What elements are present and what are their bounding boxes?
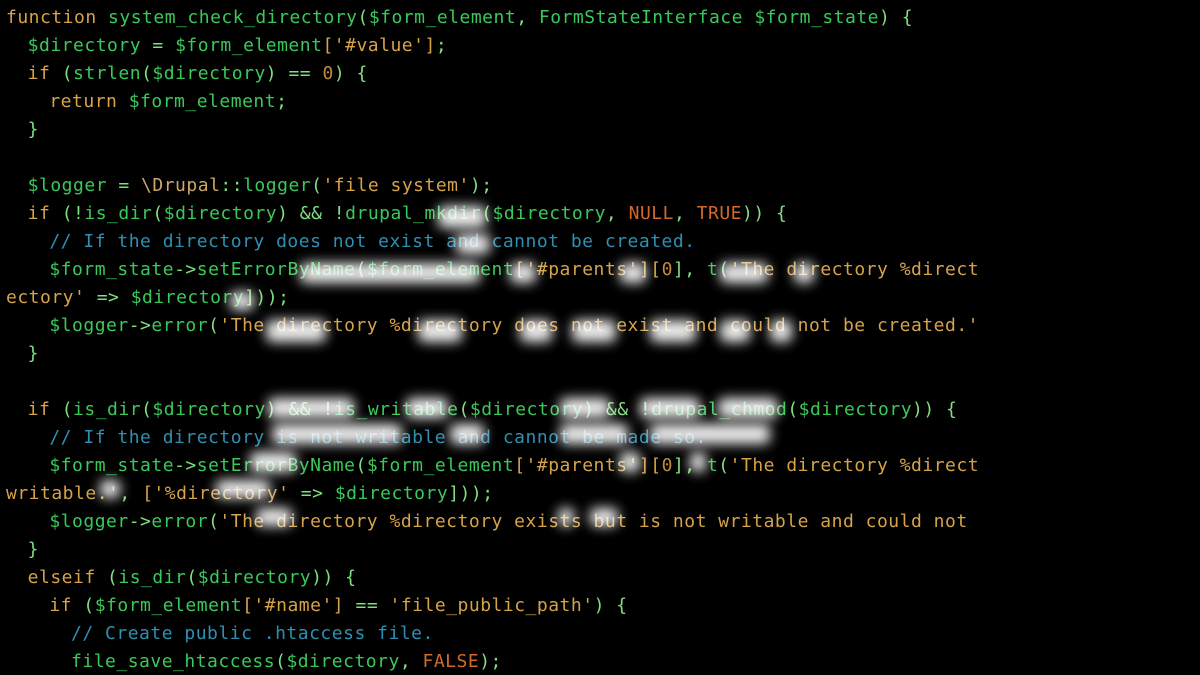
line: return $form_element; bbox=[6, 91, 287, 112]
line: } bbox=[6, 119, 39, 140]
code-block: function system_check_directory($form_el… bbox=[0, 0, 1200, 675]
line: function system_check_directory($form_el… bbox=[6, 7, 913, 28]
line: elseif (is_dir($directory)) { bbox=[6, 567, 356, 588]
line: $logger->error('The directory %directory… bbox=[6, 511, 979, 532]
line: file_save_htaccess($directory, FALSE); bbox=[6, 651, 502, 672]
line: $logger = \Drupal::logger('file system')… bbox=[6, 175, 493, 196]
line: } bbox=[6, 343, 39, 364]
line: $form_state->setErrorByName($form_elemen… bbox=[6, 455, 979, 476]
line: $form_state->setErrorByName($form_elemen… bbox=[6, 259, 979, 280]
line: // Create public .htaccess file. bbox=[6, 623, 434, 644]
line: $logger->error('The directory %directory… bbox=[6, 315, 979, 336]
line: // If the directory does not exist and c… bbox=[6, 231, 696, 252]
line: ectory' => $directory])); bbox=[6, 287, 289, 308]
line: if (!is_dir($directory) && !drupal_mkdir… bbox=[6, 203, 787, 224]
line: if (is_dir($directory) && !is_writable($… bbox=[6, 399, 957, 420]
line: if ($form_element['#name'] == 'file_publ… bbox=[6, 595, 628, 616]
line: // If the directory is not writable and … bbox=[6, 427, 707, 448]
line: $directory = $form_element['#value']; bbox=[6, 35, 447, 56]
line: if (strlen($directory) == 0) { bbox=[6, 63, 368, 84]
line: } bbox=[6, 539, 39, 560]
line: writable.', ['%directory' => $directory]… bbox=[6, 483, 494, 504]
